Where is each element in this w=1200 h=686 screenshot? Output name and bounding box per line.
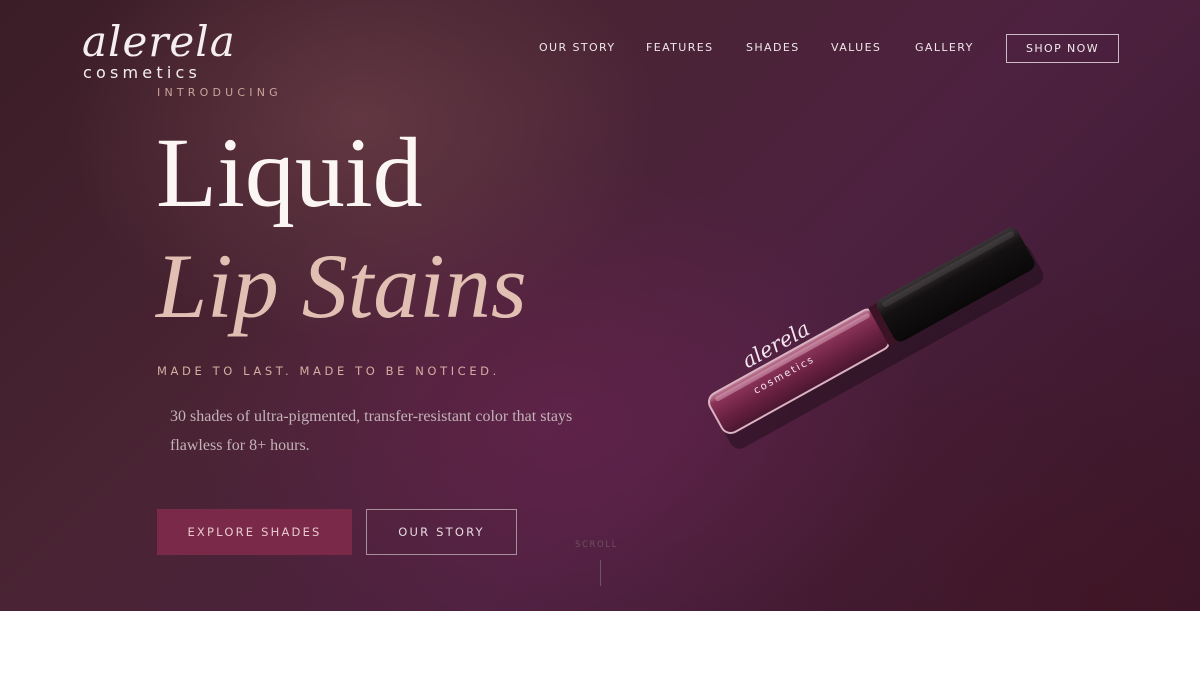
page-below-hero [0, 611, 1200, 686]
hero-title-line2: Lip Stains [156, 235, 527, 337]
logo-sub-text: cosmetics [83, 63, 202, 82]
scroll-indicator-label: SCROLL [575, 540, 618, 550]
brand-logo[interactable]: alerela cosmetics [80, 12, 255, 84]
hero-title-line1: Liquid [156, 117, 423, 228]
hero-tagline: MADE TO LAST. MADE TO BE NOTICED. [157, 364, 500, 378]
nav-item-features[interactable]: FEATURES [646, 41, 714, 54]
hero-eyebrow: INTRODUCING [157, 86, 282, 99]
tube-label: alerela cosmetics [680, 210, 1060, 450]
logo-script-text: alerela [82, 17, 236, 66]
nav-item-values[interactable]: VALUES [831, 41, 881, 54]
hero-description: 30 shades of ultra-pigmented, transfer-r… [170, 408, 573, 454]
lip-stain-tube-image: alerela cosmetics [680, 210, 1060, 450]
shop-now-button[interactable]: SHOP NOW [1006, 34, 1119, 63]
scroll-indicator-line [600, 560, 601, 586]
hero-section: alerela cosmetics OUR STORY FEATURES SHA… [0, 0, 1200, 611]
nav-item-gallery[interactable]: GALLERY [915, 41, 974, 54]
nav-item-shades[interactable]: SHADES [746, 41, 800, 54]
nav-item-our-story[interactable]: OUR STORY [539, 41, 615, 54]
our-story-button[interactable]: OUR STORY [366, 509, 517, 555]
explore-shades-button[interactable]: EXPLORE SHADES [157, 509, 352, 555]
